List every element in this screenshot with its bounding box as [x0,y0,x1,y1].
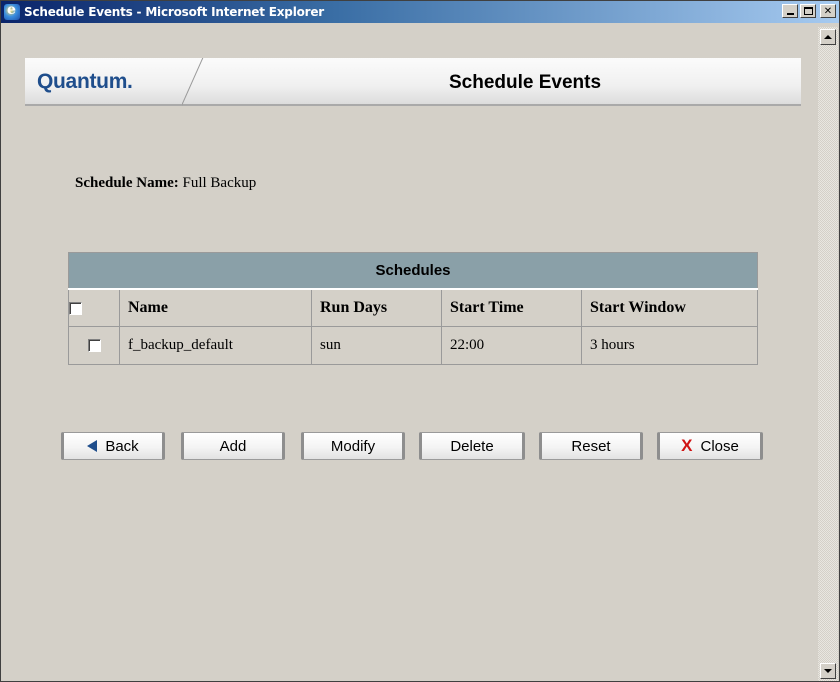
quantum-logo: Quantum. [37,70,133,93]
page-content: Quantum. Schedule Events Schedule Name: … [5,27,817,677]
window-title: Schedule Events - Microsoft Internet Exp… [24,5,325,19]
schedule-name-label: Schedule Name: [75,175,179,191]
close-button-label: Close [700,437,739,455]
title-bar[interactable]: Schedule Events - Microsoft Internet Exp… [1,1,839,23]
close-button[interactable]: X Close [657,432,763,460]
scroll-down-icon [824,669,832,673]
browser-window: Schedule Events - Microsoft Internet Exp… [0,0,840,682]
cell-start-time: 22:00 [441,326,582,365]
add-button-label: Add [219,437,247,455]
select-all-checkbox[interactable] [69,301,82,315]
minimize-button[interactable] [782,4,798,18]
table-caption: Schedules [68,252,758,290]
scroll-up-button[interactable] [820,29,836,45]
table-row: f_backup_default sun 22:00 3 hours [68,326,758,365]
schedule-name: Schedule Name: Full Backup [75,175,256,192]
schedule-name-value: Full Backup [182,175,257,191]
delete-button-label: Delete [450,437,494,455]
table-header-row: Name Run Days Start Time Start Window [68,288,758,327]
cell-run-days: sun [311,326,442,365]
cell-name: f_backup_default [119,326,312,365]
modify-button-label: Modify [330,437,376,455]
add-button[interactable]: Add [181,432,285,460]
page-title: Schedule Events [448,72,602,93]
scroll-up-icon [824,35,832,39]
window-close-button[interactable]: ✕ [820,4,836,18]
banner-divider [182,58,228,106]
vertical-scrollbar[interactable] [818,27,838,681]
modify-button[interactable]: Modify [301,432,405,460]
close-icon: ✕ [823,5,833,17]
column-header-start-window: Start Window [581,288,758,327]
maximize-icon [803,7,813,15]
minimize-icon [786,13,794,15]
row-checkbox[interactable] [87,339,101,353]
ie-icon [4,2,20,20]
column-header-name: Name [119,288,312,327]
maximize-button[interactable] [800,4,816,18]
back-button-label: Back [105,437,139,455]
schedules-table: Schedules Name Run Days Start Time Start… [68,252,758,365]
delete-button[interactable]: Delete [419,432,525,460]
window-controls: ✕ [782,4,836,18]
back-arrow-icon [87,440,98,452]
header-banner: Quantum. Schedule Events [25,58,801,106]
reset-button[interactable]: Reset [539,432,643,460]
back-button[interactable]: Back [61,432,165,460]
column-header-run-days: Run Days [311,288,442,327]
scroll-down-button[interactable] [820,663,836,679]
reset-button-label: Reset [571,437,611,455]
column-header-start-time: Start Time [441,288,582,327]
cell-start-window: 3 hours [581,326,758,365]
close-x-icon: X [681,436,693,455]
select-all-cell [68,288,120,327]
row-select-cell [68,326,120,365]
